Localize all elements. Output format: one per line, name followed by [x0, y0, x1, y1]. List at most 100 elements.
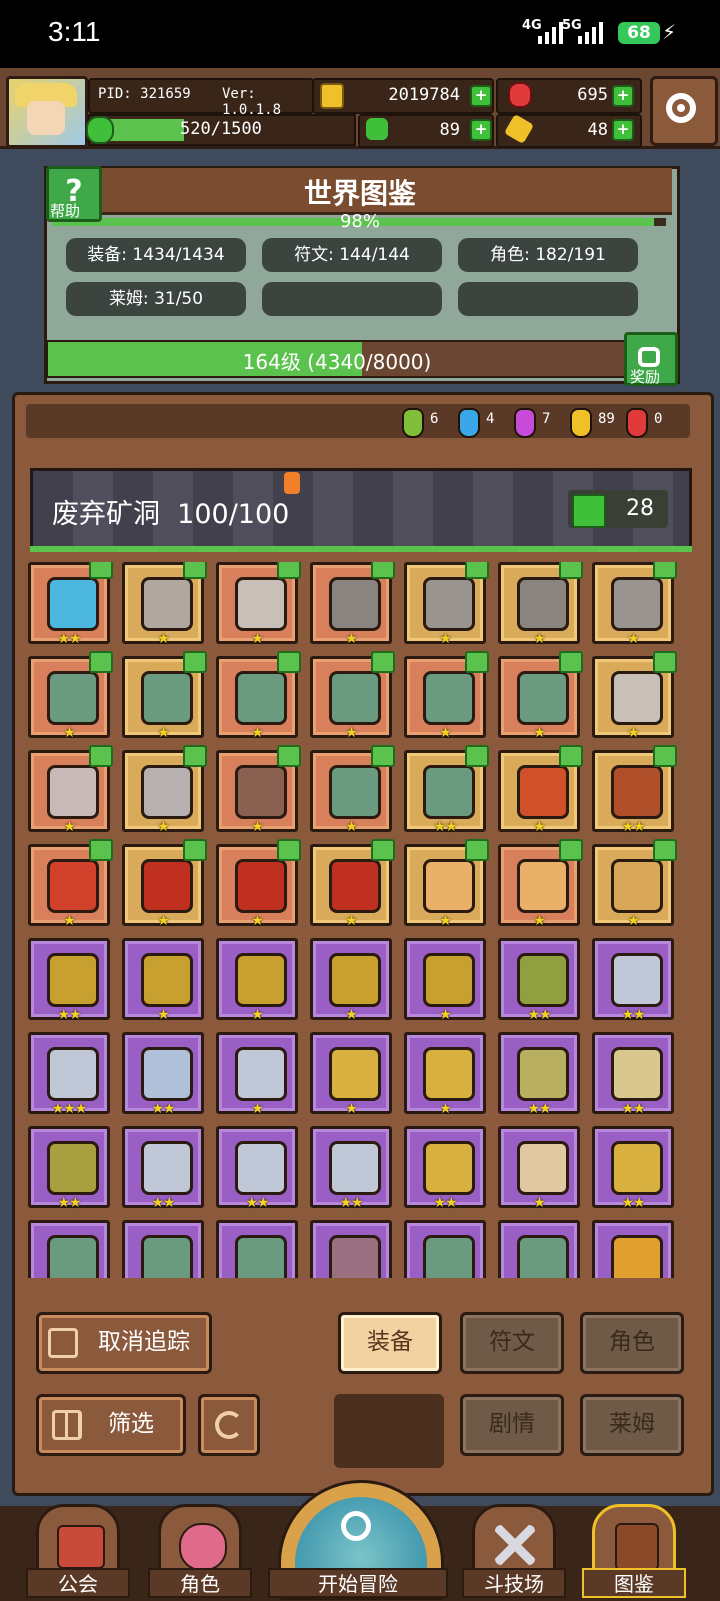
signal-bars-icon — [578, 20, 603, 44]
equipment-slot[interactable]: ★ — [310, 562, 395, 647]
equipment-slot[interactable]: ★ — [122, 745, 207, 835]
equipment-item-icon — [329, 1141, 381, 1195]
equipment-slot[interactable]: ★ — [310, 1032, 392, 1117]
add-ore-button[interactable]: + — [612, 119, 634, 141]
item-rarity-stars: ★ — [251, 913, 264, 929]
equipment-slot[interactable]: ★ — [498, 745, 583, 835]
equipment-slot[interactable]: ★ — [122, 651, 207, 741]
equipment-slot[interactable]: ★ — [216, 938, 298, 1023]
equipment-slot[interactable]: ★★ — [216, 1126, 298, 1211]
equipment-slot[interactable] — [592, 1220, 674, 1278]
equipment-slot[interactable]: ★ — [310, 651, 395, 741]
equipment-slot[interactable]: ★ — [498, 562, 583, 647]
player-avatar[interactable] — [6, 76, 88, 148]
equipment-slot[interactable]: ★ — [122, 562, 207, 647]
equipment-slot[interactable]: ★ — [216, 745, 301, 835]
equipment-slot[interactable]: ★★ — [592, 1126, 674, 1211]
tab-story[interactable]: 剧情 — [460, 1394, 564, 1456]
liked-thumb-icon — [277, 745, 301, 767]
equipment-slot[interactable]: ★ — [498, 839, 583, 929]
equipment-slot[interactable]: ★★ — [404, 745, 489, 835]
equipment-slot[interactable]: ★★ — [592, 1032, 674, 1117]
equipment-item-icon — [141, 671, 193, 725]
area-progress-bar — [30, 546, 692, 552]
equipment-slot[interactable]: ★ — [498, 1126, 580, 1211]
equipment-slot[interactable]: ★★ — [122, 1126, 204, 1211]
equipment-slot[interactable]: ★ — [28, 745, 113, 835]
magnifier-icon — [341, 1511, 371, 1541]
ruby-amount: 695 — [577, 85, 608, 105]
equipment-slot[interactable] — [122, 1220, 204, 1278]
equipment-slot[interactable]: ★ — [122, 938, 204, 1023]
add-gold-button[interactable]: + — [470, 85, 492, 107]
exp-bar: 520/1500 — [88, 114, 356, 146]
equipment-slot[interactable]: ★ — [122, 839, 207, 929]
equipment-slot[interactable]: ★ — [216, 1032, 298, 1117]
equipment-slot[interactable]: ★★ — [498, 938, 580, 1023]
equipment-grid: ★★ ★ ★ ★ ★ ★ ★ ★ ★ ★ ★ ★ ★ ★ ★ ★ ★ ★ ★★ ★ ★★ ★ ★ ★ ★ ★ ★ ★ ★★ ★ ★ ★ ★ ★★ ★… — [28, 562, 696, 1278]
equipment-item-icon — [141, 1141, 193, 1195]
equipment-slot[interactable]: ★ — [404, 651, 489, 741]
torch-icon — [284, 472, 300, 494]
tab-runes[interactable]: 符文 — [460, 1312, 564, 1374]
equipment-slot[interactable]: ★★ — [592, 938, 674, 1023]
equipment-slot[interactable]: ★★ — [498, 1032, 580, 1117]
thumbs-up-icon — [48, 1328, 78, 1358]
tab-story-label: 剧情 — [489, 1411, 535, 1437]
equipment-item-icon — [235, 953, 287, 1007]
tab-slime[interactable]: 莱姆 — [580, 1394, 684, 1456]
equipment-slot[interactable]: ★ — [498, 651, 583, 741]
equipment-slot[interactable]: ★ — [310, 938, 392, 1023]
add-ruby-button[interactable]: + — [612, 85, 634, 107]
equipment-slot[interactable]: ★ — [404, 938, 486, 1023]
item-rarity-stars: ★ — [627, 913, 640, 929]
gem-count: 89 — [598, 411, 615, 427]
equipment-slot[interactable]: ★ — [216, 562, 301, 647]
equipment-slot[interactable]: ★ — [216, 651, 301, 741]
equipment-item-icon — [611, 671, 663, 725]
refresh-button[interactable] — [198, 1394, 260, 1456]
equipment-slot[interactable]: ★ — [404, 1032, 486, 1117]
equipment-slot[interactable]: ★★ — [310, 1126, 392, 1211]
equipment-item-icon — [423, 671, 475, 725]
add-clover-button[interactable]: + — [470, 119, 492, 141]
item-rarity-stars: ★ — [439, 1007, 452, 1023]
equipment-slot[interactable]: ★★★ — [28, 1032, 110, 1117]
item-rarity-stars: ★ — [63, 819, 76, 835]
item-rarity-stars: ★ — [157, 725, 170, 741]
equipment-slot[interactable]: ★ — [592, 651, 677, 741]
character-icon — [179, 1523, 227, 1571]
equipment-slot[interactable]: ★ — [28, 839, 113, 929]
equipment-slot[interactable]: ★★ — [122, 1032, 204, 1117]
equipment-item-icon — [47, 577, 99, 631]
tab-equipment[interactable]: 装备 — [338, 1312, 442, 1374]
equipment-slot[interactable]: ★★ — [28, 938, 110, 1023]
equipment-slot[interactable]: ★ — [216, 839, 301, 929]
equipment-slot[interactable]: ★ — [404, 839, 489, 929]
tab-characters[interactable]: 角色 — [580, 1312, 684, 1374]
equipment-slot[interactable]: ★ — [592, 562, 677, 647]
ore-amount: 48 — [587, 120, 608, 140]
equipment-slot[interactable]: ★ — [404, 562, 489, 647]
equipment-item-icon — [611, 577, 663, 631]
equipment-slot[interactable] — [404, 1220, 486, 1278]
equipment-slot[interactable]: ★★ — [28, 1126, 110, 1211]
equipment-slot[interactable] — [216, 1220, 298, 1278]
equipment-slot[interactable]: ★ — [28, 651, 113, 741]
equipment-slot[interactable]: ★★ — [404, 1126, 486, 1211]
equipment-slot[interactable]: ★ — [592, 839, 677, 929]
equipment-slot[interactable] — [498, 1220, 580, 1278]
equipment-item-icon — [235, 1047, 287, 1101]
thumbs-up-icon[interactable] — [572, 494, 606, 528]
equipment-slot[interactable] — [310, 1220, 392, 1278]
equipment-slot[interactable]: ★★ — [592, 745, 677, 835]
equipment-slot[interactable]: ★ — [310, 839, 395, 929]
equipment-slot[interactable]: ★ — [310, 745, 395, 835]
nav-character-label: 角色 — [148, 1568, 252, 1598]
equipment-item-icon — [517, 1141, 569, 1195]
item-rarity-stars: ★ — [251, 819, 264, 835]
settings-button[interactable] — [650, 76, 718, 146]
gem-count: 7 — [542, 411, 551, 427]
equipment-slot[interactable]: ★★ — [28, 562, 113, 647]
equipment-slot[interactable] — [28, 1220, 110, 1278]
